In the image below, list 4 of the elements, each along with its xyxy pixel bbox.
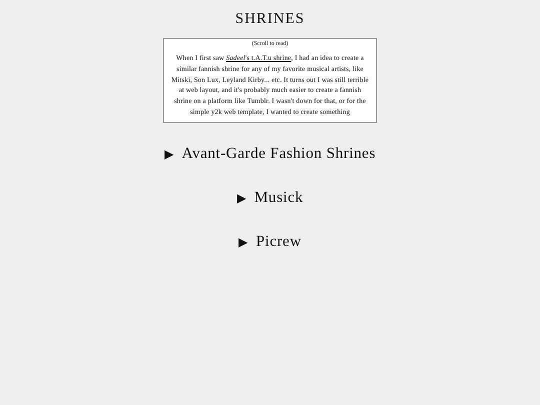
section-toggle[interactable]: ▶ Musick (236, 185, 304, 211)
section-toggle[interactable]: ▶ Picrew (238, 229, 302, 255)
section-toggle[interactable]: ▶ Avant-Garde Fashion Shrines (164, 141, 376, 167)
page-title: SHRINES (235, 11, 305, 28)
